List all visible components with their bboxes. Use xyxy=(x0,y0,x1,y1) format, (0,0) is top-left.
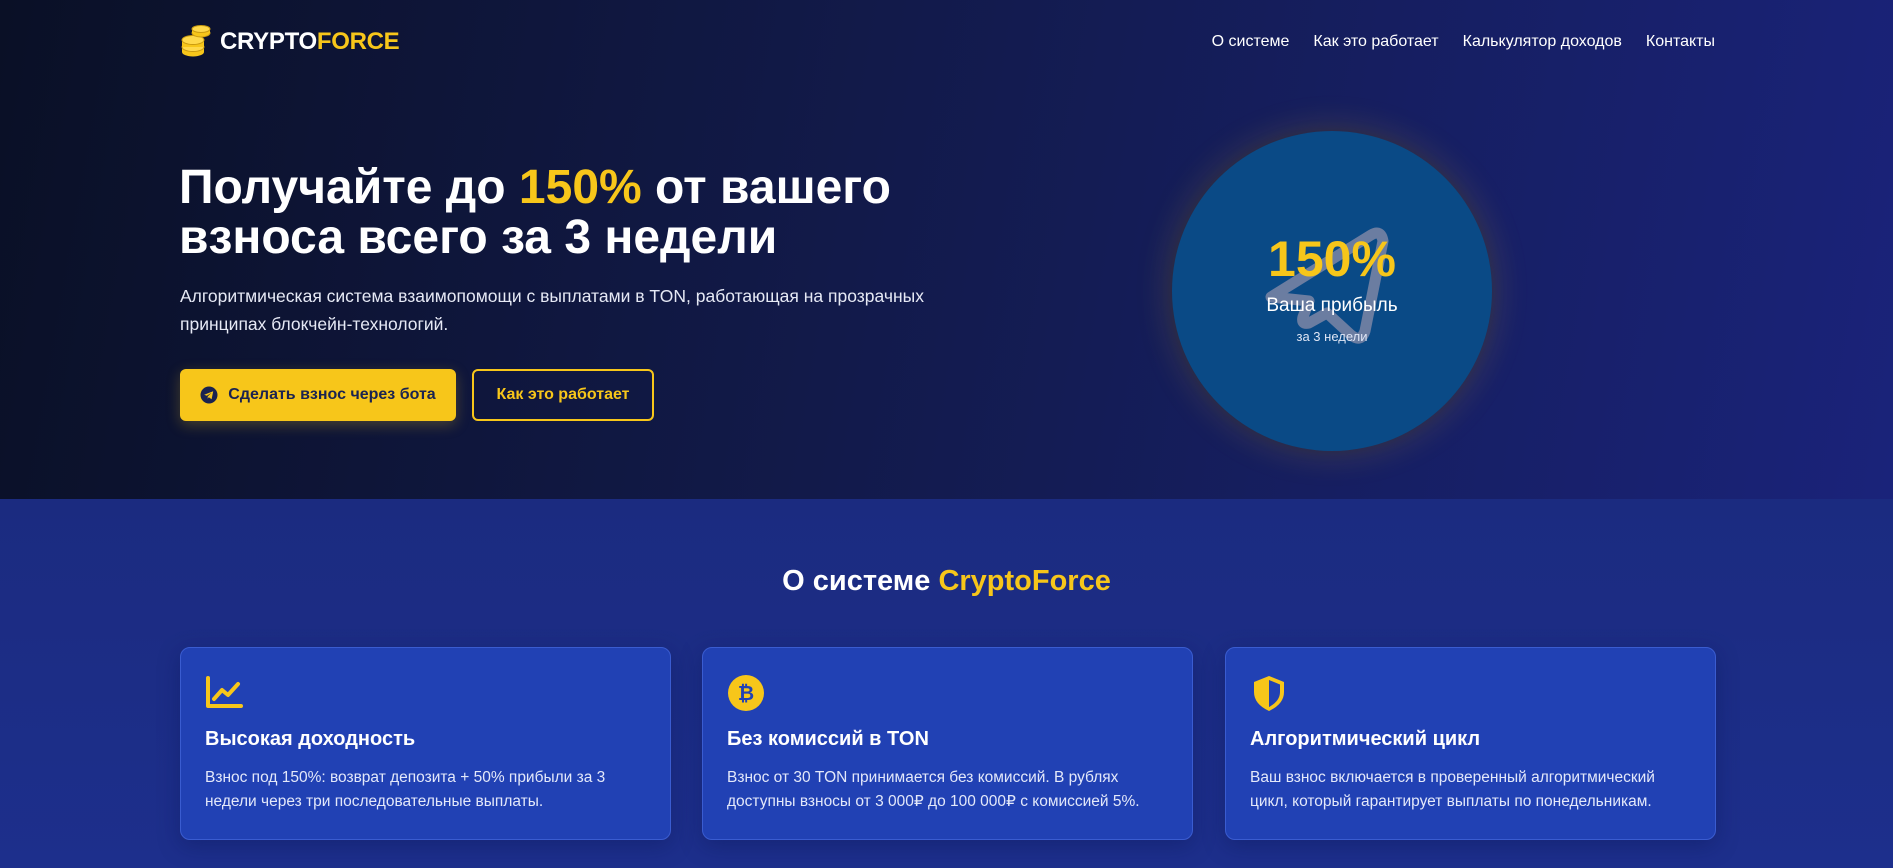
profit-sublabel: за 3 недели xyxy=(1296,329,1368,344)
profit-label: Ваша прибыль xyxy=(1266,295,1398,316)
feature-card-algorithmic-cycle: Алгоритмический цикл Ваш взнос включаетс… xyxy=(1225,647,1716,840)
top-navigation: CRYPTOFORCE О системе Как это работает К… xyxy=(180,22,1715,62)
svg-text:₿: ₿ xyxy=(738,681,754,705)
brand-logo[interactable]: CRYPTOFORCE xyxy=(180,25,400,59)
nav-link-calculator[interactable]: Калькулятор доходов xyxy=(1463,33,1622,51)
brand-name: CRYPTOFORCE xyxy=(220,28,400,56)
profit-percent: 150% xyxy=(1268,231,1396,287)
coins-stack-icon xyxy=(181,25,211,57)
about-title-highlight: CryptoForce xyxy=(938,565,1111,597)
hero-title: Получайте до 150% от вашего взноса всего… xyxy=(179,163,999,263)
brand-name-part2: FORCE xyxy=(316,28,400,55)
feature-card-title: Без комиссий в TON xyxy=(727,728,929,750)
nav-link-how-it-works[interactable]: Как это работает xyxy=(1313,33,1438,51)
hero-description: Алгоритмическая система взаимопомощи с в… xyxy=(180,286,924,334)
about-title-before: О системе xyxy=(782,565,939,597)
how-it-works-button[interactable]: Как это работает xyxy=(472,369,654,421)
feature-card-no-fees: ₿ Без комиссий в TON Взнос от 30 TON при… xyxy=(702,647,1193,840)
about-section: О системе CryptoForce Высокая доходность… xyxy=(0,499,1893,868)
feature-card-text: Взнос под 150%: возврат депозита + 50% п… xyxy=(205,769,606,810)
feature-card-title: Алгоритмический цикл xyxy=(1250,728,1481,750)
feature-card-high-yield: Высокая доходность Взнос под 150%: возвр… xyxy=(180,647,671,840)
profit-circle: 150% Ваша прибыль за 3 недели xyxy=(1172,131,1492,451)
about-title: О системе CryptoForce xyxy=(0,565,1893,598)
telegram-icon xyxy=(200,386,218,404)
nav-links: О системе Как это работает Калькулятор д… xyxy=(1212,33,1715,51)
chart-line-icon xyxy=(206,676,243,708)
feature-card-title: Высокая доходность xyxy=(205,728,416,750)
hero-title-before: Получайте до xyxy=(179,161,519,214)
feature-card-text: Ваш взнос включается в проверенный алгор… xyxy=(1250,769,1655,810)
feature-card-text: Взнос от 30 TON принимается без комиссий… xyxy=(727,769,1140,810)
brand-name-part1: CRYPTO xyxy=(220,28,317,55)
hero-section: CRYPTOFORCE О системе Как это работает К… xyxy=(0,0,1893,499)
shield-icon xyxy=(1254,676,1284,711)
donate-via-bot-label: Сделать взнос через бота xyxy=(228,386,436,403)
nav-link-about[interactable]: О системе xyxy=(1212,33,1290,51)
nav-link-contacts[interactable]: Контакты xyxy=(1646,33,1715,51)
donate-via-bot-button[interactable]: Сделать взнос через бота xyxy=(180,369,456,421)
bitcoin-icon: ₿ xyxy=(728,675,764,711)
how-it-works-label: Как это работает xyxy=(496,386,630,403)
hero-title-highlight: 150% xyxy=(518,161,642,214)
